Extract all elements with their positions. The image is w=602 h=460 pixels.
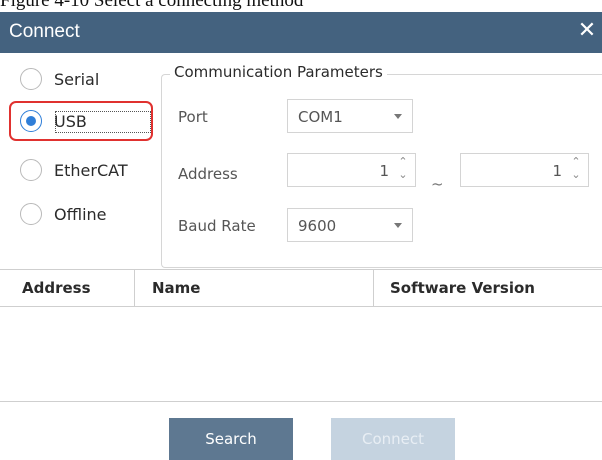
chevron-down-icon [394,223,402,228]
communication-parameters-legend: Communication Parameters [170,63,387,81]
search-button[interactable]: Search [169,418,293,460]
radio-offline-circle[interactable] [20,203,42,225]
chevron-up-icon[interactable]: ⌃ [571,156,581,167]
close-icon[interactable]: ✕ [576,18,598,44]
radio-serial-label: Serial [54,69,100,89]
radio-usb[interactable]: USB [20,107,87,135]
address-range-separator: ~ [431,175,444,193]
column-divider[interactable] [134,270,135,306]
radio-ethercat-circle[interactable] [20,159,42,181]
port-value: COM1 [298,108,343,126]
figure-caption: Figure 4-10 Select a connecting method [0,0,304,11]
column-header-software-version[interactable]: Software Version [390,270,535,306]
radio-serial[interactable]: Serial [20,65,99,93]
radio-usb-label: USB [54,111,87,131]
title-bar: Connect ✕ [0,12,602,53]
column-header-address[interactable]: Address [22,270,91,306]
baud-rate-label: Baud Rate [178,217,256,235]
device-table-header: Address Name Software Version [0,269,602,307]
chevron-down-icon[interactable]: ⌄ [398,169,408,180]
radio-ethercat-label: EtherCAT [54,160,128,180]
radio-offline[interactable]: Offline [20,200,107,228]
connect-dialog: Connect ✕ Serial USB EtherCAT Offline Co… [0,12,602,460]
radio-offline-label: Offline [54,204,107,224]
chevron-down-icon [394,114,402,119]
address-label: Address [178,165,238,183]
column-divider[interactable] [373,270,374,306]
port-label: Port [178,108,208,126]
baud-rate-value: 9600 [298,217,337,235]
address-to-value: 1 [552,162,562,180]
device-table-body[interactable] [0,307,602,402]
address-from-stepper[interactable]: 1 ⌃ ⌄ [287,153,416,187]
radio-usb-circle[interactable] [20,110,42,132]
chevron-down-icon[interactable]: ⌄ [571,169,581,180]
baud-rate-select[interactable]: 9600 [287,208,413,242]
column-header-name[interactable]: Name [152,270,200,306]
connect-button[interactable]: Connect [331,418,455,460]
radio-ethercat[interactable]: EtherCAT [20,156,128,184]
address-to-stepper[interactable]: 1 ⌃ ⌄ [460,153,589,187]
address-from-value: 1 [379,162,389,180]
port-select[interactable]: COM1 [287,99,413,133]
chevron-up-icon[interactable]: ⌃ [398,156,408,167]
radio-serial-circle[interactable] [20,68,42,90]
window-title: Connect [9,21,80,42]
